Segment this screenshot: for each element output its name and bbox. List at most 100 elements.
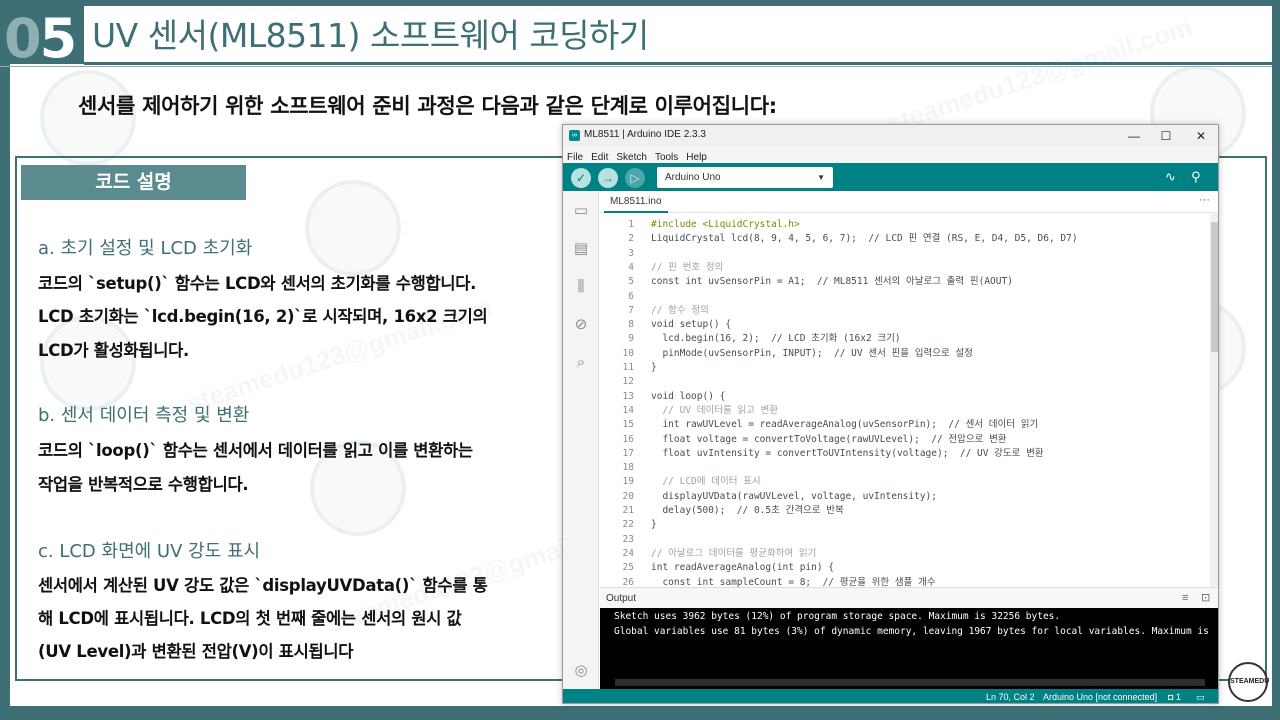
- section-c-line: 센서에서 계산된 UV 강도 값은 `displayUVData()` 함수를 …: [38, 576, 488, 595]
- code-text: delay(500); // 0.5초 간격으로 반복: [651, 505, 844, 516]
- code-line: 13 void loop() {: [600, 390, 1210, 404]
- slide-frame-bottom: [0, 706, 1280, 720]
- verify-icon[interactable]: ✓: [571, 168, 591, 188]
- output-line: Sketch uses 3962 bytes (12%) of program …: [614, 611, 1061, 622]
- section-c-line: (UV Level)과 변환된 전압(V)이 표시됩니다: [38, 642, 354, 661]
- code-text: // 함수 정의: [651, 304, 709, 316]
- slide-frame-left: [0, 0, 10, 720]
- line-number: 11: [622, 362, 634, 373]
- notification-count: 1: [1176, 692, 1182, 702]
- output-title: Output: [606, 593, 637, 604]
- section-b-heading: b. 센서 데이터 측정 및 변환: [38, 405, 250, 426]
- line-number: 10: [622, 347, 634, 359]
- code-line: 2 LiquidCrystal lcd(8, 9, 4, 5, 6, 7); //…: [600, 232, 1210, 246]
- line-number: 23: [622, 533, 634, 545]
- line-number: 6: [628, 290, 634, 302]
- code-line: 25 int readAverageAnalog(int pin) {: [600, 561, 1210, 575]
- line-number: 21: [622, 505, 634, 516]
- section-c-line: 해 LCD에 표시됩니다. LCD의 첫 번째 줄에는 센서의 원시 값: [38, 609, 462, 628]
- section-a-line: LCD 초기화는 `lcd.begin(16, 2)`로 시작되며, 16x2 …: [38, 307, 488, 326]
- line-number: 13: [622, 390, 634, 402]
- line-number: 26: [622, 576, 634, 588]
- code-line: 1 #include <LiquidCrystal.h>: [600, 218, 1210, 232]
- line-number: 5: [628, 276, 634, 288]
- upload-icon[interactable]: →: [598, 168, 618, 188]
- serial-plotter-icon[interactable]: ∿: [1165, 169, 1176, 185]
- code-text: pinMode(uvSensorPin, INPUT); // UV 센서 핀을…: [651, 347, 973, 359]
- toggle-output-icon[interactable]: ▭: [1196, 689, 1205, 703]
- section-b-line: 코드의 `loop()` 함수는 센서에서 데이터를 읽고 이를 변환하는: [38, 441, 473, 460]
- notification-icon[interactable]: ◘: [1168, 689, 1173, 703]
- filter-icon[interactable]: ≡: [1182, 588, 1188, 609]
- editor-scrollbar-thumb[interactable]: [1211, 222, 1218, 352]
- code-line: 26 const int sampleCount = 8; // 평균을 위한 …: [600, 576, 1210, 588]
- code-text: lcd.begin(16, 2); // LCD 초기화 (16x2 크기): [651, 333, 901, 345]
- debug-panel-icon[interactable]: ⊘: [571, 315, 591, 335]
- slide-frame-top: [0, 0, 1280, 6]
- code-text: void loop() {: [651, 390, 726, 402]
- section-tag: 코드 설명: [21, 165, 246, 200]
- code-editor[interactable]: 1 #include <LiquidCrystal.h> 2 LiquidCrysta…: [600, 214, 1210, 587]
- line-number: 8: [628, 319, 634, 331]
- output-line: Global variables use 81 bytes (3%) of dy…: [614, 626, 1209, 637]
- sketchbook-folder-icon[interactable]: ▭: [571, 201, 591, 221]
- slide-frame-right: [1272, 0, 1280, 720]
- lock-icon[interactable]: ⊡: [1201, 588, 1210, 609]
- ide-window-title: ML8511 | Arduino IDE 2.3.3: [584, 129, 706, 140]
- code-text: // 핀 번호 정의: [651, 261, 724, 273]
- profile-icon[interactable]: ◎: [571, 661, 591, 681]
- code-line: 4 // 핀 번호 정의: [600, 261, 1210, 275]
- more-options-icon[interactable]: ···: [1199, 191, 1210, 209]
- line-number: 24: [622, 547, 634, 559]
- code-line: 20 displayUVData(rawUVLevel, voltage, uv…: [600, 490, 1210, 504]
- arduino-app-icon: ∞: [569, 130, 580, 141]
- library-manager-icon[interactable]: ⫼: [571, 277, 591, 297]
- board-selector[interactable]: Arduino Uno ▼: [657, 167, 833, 188]
- title-thin-rule: [0, 66, 1272, 67]
- serial-monitor-icon[interactable]: ⚲: [1191, 169, 1201, 185]
- search-icon[interactable]: ⌕: [571, 353, 591, 373]
- editor-scrollbar[interactable]: [1210, 214, 1218, 587]
- file-tab[interactable]: ML8511.ino: [604, 191, 668, 213]
- code-line: 15 int rawUVLevel = readAverageAnalog(uv…: [600, 418, 1210, 432]
- code-text: int readAverageAnalog(int pin) {: [651, 562, 835, 574]
- line-number: 16: [622, 433, 634, 445]
- line-number: 17: [622, 447, 634, 459]
- debug-icon[interactable]: ▷: [625, 168, 645, 188]
- line-number: 7: [628, 304, 634, 316]
- close-button[interactable]: ✕: [1185, 127, 1217, 145]
- line-number: 25: [622, 562, 634, 574]
- section-a-heading: a. 초기 설정 및 LCD 초기화: [38, 238, 253, 259]
- line-number: 19: [622, 476, 634, 488]
- slide-subtitle: 센서를 제어하기 위한 소프트웨어 준비 과정은 다음과 같은 단계로 이루어집…: [78, 94, 777, 118]
- code-line: 6: [600, 290, 1210, 304]
- ide-menubar: File Edit Sketch Tools Help: [563, 147, 1218, 163]
- code-text: const int uvSensorPin = A1; // ML8511 센서…: [651, 276, 1013, 288]
- line-number: 9: [628, 333, 634, 345]
- ide-titlebar: ∞ ML8511 | Arduino IDE 2.3.3 — ☐ ✕: [563, 125, 1218, 147]
- minimize-button[interactable]: —: [1118, 127, 1150, 145]
- output-scrollbar[interactable]: [615, 679, 1205, 686]
- arduino-ide-window: ∞ ML8511 | Arduino IDE 2.3.3 — ☐ ✕ File E…: [562, 124, 1219, 704]
- maximize-button[interactable]: ☐: [1150, 127, 1182, 145]
- chapter-number: 05: [4, 10, 77, 68]
- code-line: 22}: [600, 518, 1210, 532]
- watermark-text: steamedu123@gmail.com: [883, 11, 1196, 139]
- line-number: 1: [628, 219, 634, 230]
- code-text: // 아날로그 데이터를 평균화하여 읽기: [651, 547, 817, 559]
- chevron-down-icon: ▼: [817, 173, 825, 182]
- code-line: 10 pinMode(uvSensorPin, INPUT); // UV 센서…: [600, 347, 1210, 361]
- slide-title: UV 센서(ML8511) 소프트웨어 코딩하기: [92, 16, 649, 55]
- line-number: 12: [622, 376, 634, 388]
- code-text: }: [651, 362, 657, 373]
- board-status: Arduino Uno [not connected]: [1043, 692, 1158, 702]
- line-number: 18: [622, 462, 634, 474]
- section-b-line: 작업을 반복적으로 수행합니다.: [38, 475, 249, 494]
- code-line: 24 // 아날로그 데이터를 평균화하여 읽기: [600, 547, 1210, 561]
- cursor-position: Ln 70, Col 2: [986, 692, 1035, 702]
- code-line: 21 delay(500); // 0.5초 간격으로 반복: [600, 504, 1210, 518]
- code-text: LiquidCrystal lcd(8, 9, 4, 5, 6, 7); // …: [651, 233, 1078, 245]
- boards-manager-icon[interactable]: ▤: [571, 239, 591, 259]
- chapter-number-badge: 05: [0, 6, 84, 68]
- code-text: }: [651, 519, 657, 531]
